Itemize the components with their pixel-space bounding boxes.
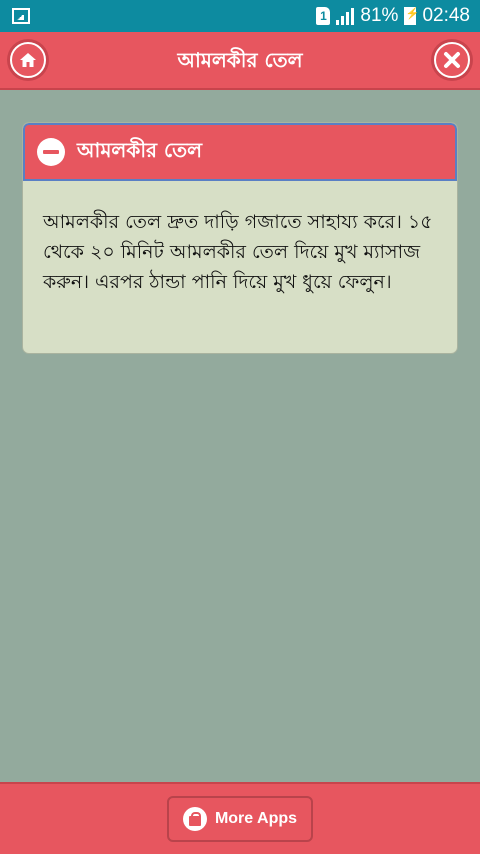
shopping-bag-icon [182, 807, 207, 831]
footer-bar: More Apps [0, 782, 480, 854]
content-card: আমলকীর তেল আমলকীর তেল দ্রুত দাড়ি গজাতে … [22, 122, 458, 354]
signal-icon [336, 7, 355, 25]
close-button[interactable] [434, 42, 470, 78]
battery-charging-icon [404, 7, 419, 25]
more-apps-label: More Apps [214, 810, 298, 827]
status-bar: 1 81% 02:48 [0, 0, 480, 32]
more-apps-button[interactable]: More Apps [167, 796, 313, 842]
card-body-text: আমলকীর তেল দ্রুত দাড়ি গজাতে সাহায্য করে… [43, 211, 433, 293]
page-title: আমলকীর তেল [177, 48, 303, 72]
sim-label: 1 [320, 9, 327, 23]
app-bar: আমলকীর তেল [0, 32, 480, 90]
close-icon [444, 52, 460, 68]
clock: 02:48 [422, 5, 470, 26]
card-title: আমলকীর তেল [77, 137, 203, 162]
sim-icon: 1 [316, 7, 331, 25]
battery-percent: 81% [360, 5, 399, 26]
collapse-minus-icon [37, 138, 65, 166]
image-notification-icon [12, 8, 30, 24]
card-header[interactable]: আমলকীর তেল [23, 123, 457, 181]
